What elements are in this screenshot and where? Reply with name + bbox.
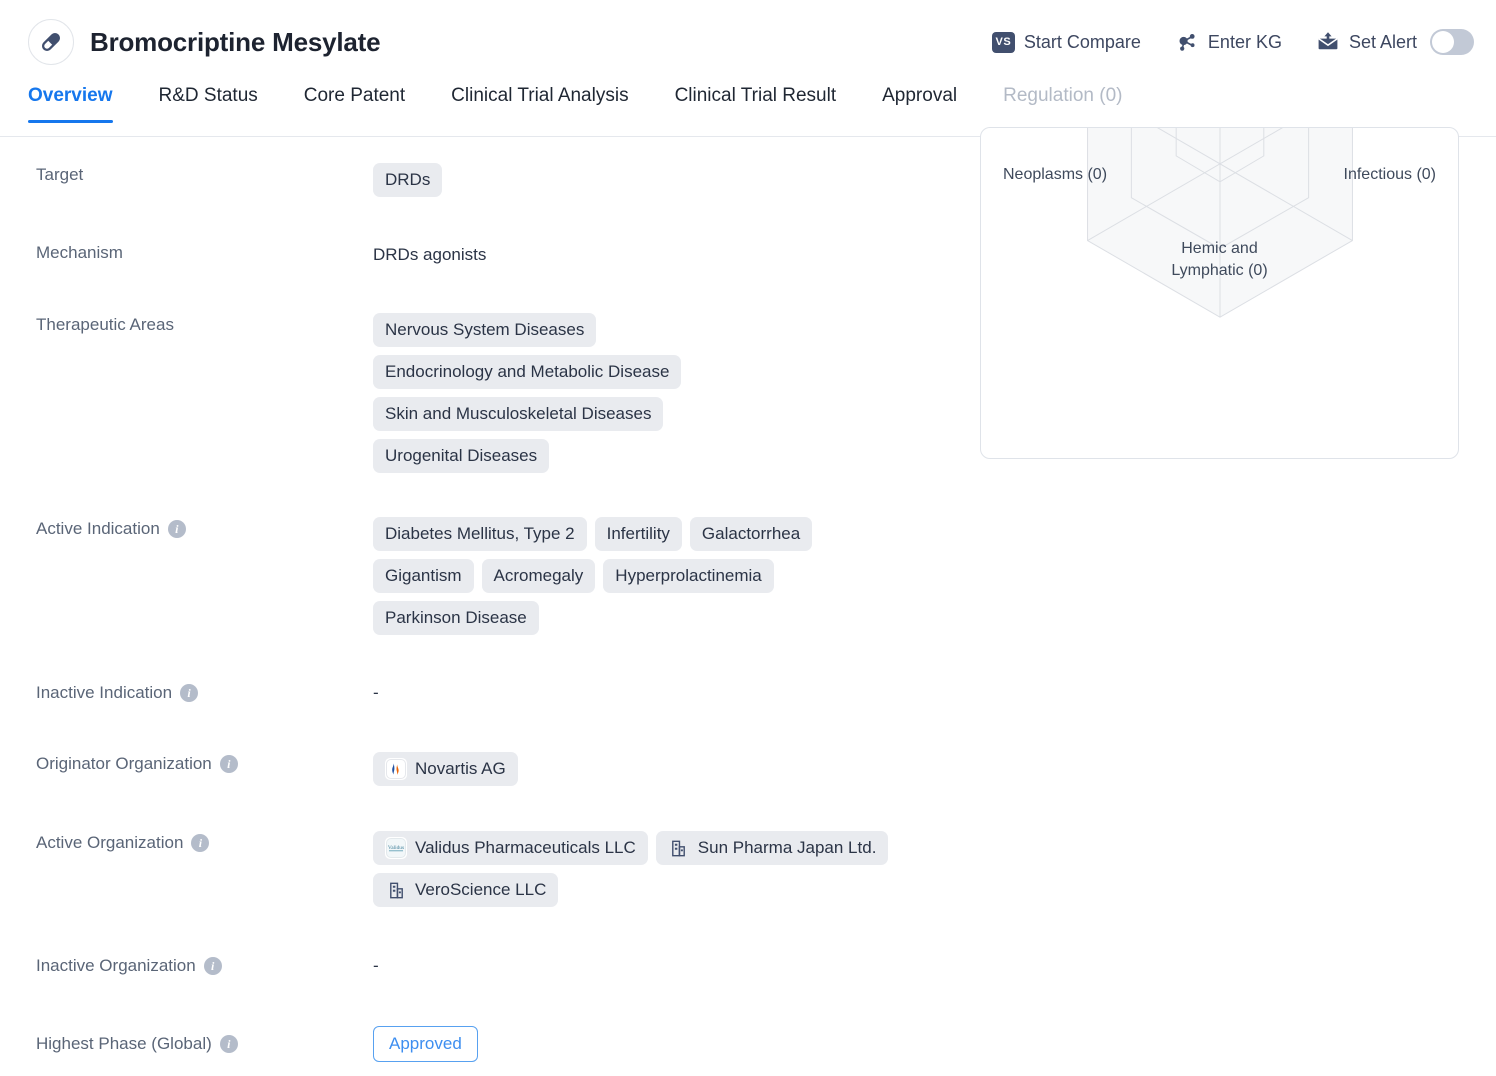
radar-label-hemic-line1: Hemic and bbox=[981, 238, 1458, 260]
row-inactive-indication: Inactive Indication i - bbox=[0, 681, 1496, 703]
chip-org-veroscience[interactable]: VeroScience LLC bbox=[373, 873, 558, 907]
pill-capsule-icon bbox=[28, 19, 74, 65]
enter-kg-button[interactable]: Enter KG bbox=[1175, 30, 1282, 54]
row-label-mechanism: Mechanism bbox=[36, 241, 373, 263]
info-icon[interactable]: i bbox=[220, 1035, 238, 1053]
set-alert-control[interactable]: Set Alert bbox=[1316, 29, 1474, 55]
vs-icon: VS bbox=[992, 32, 1015, 53]
label-text: Target bbox=[36, 165, 83, 185]
org-name: VeroScience LLC bbox=[415, 879, 546, 901]
chip-list: Validus Validus Pharmaceuticals LLC bbox=[373, 831, 903, 907]
chip-therapeutic-area[interactable]: Skin and Musculoskeletal Diseases bbox=[373, 397, 663, 431]
novartis-flame-logo bbox=[385, 758, 407, 780]
alert-envelope-icon bbox=[1316, 30, 1340, 54]
org-name: Novartis AG bbox=[415, 758, 506, 780]
building-icon bbox=[668, 837, 690, 859]
chip-org-sun-pharma[interactable]: Sun Pharma Japan Ltd. bbox=[656, 831, 889, 865]
enter-kg-label: Enter KG bbox=[1208, 32, 1282, 53]
tab-clinical-trial-result[interactable]: Clinical Trial Result bbox=[675, 84, 837, 122]
chip-list: DRDs bbox=[373, 163, 933, 197]
chip-target-drds[interactable]: DRDs bbox=[373, 163, 442, 197]
label-text: Active Organization bbox=[36, 833, 183, 853]
row-originator-organization: Originator Organization i Novartis AG bbox=[0, 752, 1496, 786]
row-label-active-indication: Active Indication i bbox=[36, 517, 373, 539]
row-label-active-organization: Active Organization i bbox=[36, 831, 373, 853]
page-title: Bromocriptine Mesylate bbox=[90, 27, 380, 58]
brand-block: Bromocriptine Mesylate bbox=[28, 19, 380, 65]
chip-org-novartis[interactable]: Novartis AG bbox=[373, 752, 518, 786]
row-label-inactive-organization: Inactive Organization i bbox=[36, 954, 373, 976]
toggle-knob bbox=[1432, 31, 1454, 53]
building-icon bbox=[385, 879, 407, 901]
row-value-inactive-organization: - bbox=[373, 954, 1496, 976]
chip-therapeutic-area[interactable]: Urogenital Diseases bbox=[373, 439, 549, 473]
highest-phase-badge[interactable]: Approved bbox=[373, 1026, 478, 1062]
row-value-originator-organization: Novartis AG bbox=[373, 752, 1496, 786]
validus-wordmark-logo: Validus bbox=[385, 837, 407, 859]
info-icon[interactable]: i bbox=[168, 520, 186, 538]
chip-list: Nervous System Diseases Endocrinology an… bbox=[373, 313, 773, 473]
chip-active-indication[interactable]: Infertility bbox=[595, 517, 682, 551]
start-compare-label: Start Compare bbox=[1024, 32, 1141, 53]
tab-approval[interactable]: Approval bbox=[882, 84, 957, 122]
svg-text:Validus: Validus bbox=[388, 845, 404, 851]
row-label-originator-organization: Originator Organization i bbox=[36, 752, 373, 774]
label-text: Inactive Indication bbox=[36, 683, 172, 703]
app-header: Bromocriptine Mesylate VS Start Compare … bbox=[0, 0, 1496, 84]
chip-active-indication[interactable]: Gigantism bbox=[373, 559, 474, 593]
chip-active-indication[interactable]: Diabetes Mellitus, Type 2 bbox=[373, 517, 587, 551]
header-actions: VS Start Compare Enter KG bbox=[992, 29, 1474, 55]
row-active-organization: Active Organization i Validus Validus P bbox=[0, 831, 1496, 907]
overview-body: Neoplasms (0) Infectious (0) Hemic and L… bbox=[0, 137, 1496, 1062]
row-value-inactive-indication: - bbox=[373, 681, 1496, 703]
org-name: Sun Pharma Japan Ltd. bbox=[698, 837, 877, 859]
info-icon[interactable]: i bbox=[220, 755, 238, 773]
label-text: Highest Phase (Global) bbox=[36, 1034, 212, 1054]
row-value-active-indication: Diabetes Mellitus, Type 2 Infertility Ga… bbox=[373, 517, 1496, 635]
therapeutic-area-radar-panel: Neoplasms (0) Infectious (0) Hemic and L… bbox=[980, 127, 1459, 459]
label-text: Active Indication bbox=[36, 519, 160, 539]
row-active-indication: Active Indication i Diabetes Mellitus, T… bbox=[0, 517, 1496, 635]
chip-active-indication[interactable]: Parkinson Disease bbox=[373, 601, 539, 635]
info-icon[interactable]: i bbox=[191, 834, 209, 852]
chip-therapeutic-area[interactable]: Nervous System Diseases bbox=[373, 313, 596, 347]
tab-rd-status[interactable]: R&D Status bbox=[159, 84, 258, 122]
chip-therapeutic-area[interactable]: Endocrinology and Metabolic Disease bbox=[373, 355, 681, 389]
chip-list: Novartis AG bbox=[373, 752, 933, 786]
chip-active-indication[interactable]: Acromegaly bbox=[482, 559, 596, 593]
row-value-active-organization: Validus Validus Pharmaceuticals LLC bbox=[373, 831, 1496, 907]
label-text: Therapeutic Areas bbox=[36, 315, 174, 335]
row-label-highest-phase: Highest Phase (Global) i bbox=[36, 1026, 373, 1054]
info-icon[interactable]: i bbox=[204, 957, 222, 975]
chip-org-validus[interactable]: Validus Validus Pharmaceuticals LLC bbox=[373, 831, 648, 865]
tab-overview[interactable]: Overview bbox=[28, 84, 113, 122]
chip-list: Diabetes Mellitus, Type 2 Infertility Ga… bbox=[373, 517, 913, 635]
label-text: Inactive Organization bbox=[36, 956, 196, 976]
set-alert-label: Set Alert bbox=[1349, 32, 1417, 53]
radar-label-infectious: Infectious (0) bbox=[1344, 164, 1436, 186]
chip-active-indication[interactable]: Hyperprolactinemia bbox=[603, 559, 773, 593]
radar-label-neoplasms: Neoplasms (0) bbox=[1003, 164, 1107, 186]
inactive-organization-value: - bbox=[373, 954, 1496, 976]
chip-active-indication[interactable]: Galactorrhea bbox=[690, 517, 812, 551]
row-value-highest-phase: Approved bbox=[373, 1026, 1496, 1062]
row-label-therapeutic-areas: Therapeutic Areas bbox=[36, 313, 373, 335]
info-icon[interactable]: i bbox=[180, 684, 198, 702]
start-compare-button[interactable]: VS Start Compare bbox=[992, 32, 1141, 53]
row-label-target: Target bbox=[36, 163, 373, 185]
knowledge-graph-icon bbox=[1175, 30, 1199, 54]
radar-label-hemic-line2: Lymphatic (0) bbox=[981, 260, 1458, 282]
row-inactive-organization: Inactive Organization i - bbox=[0, 954, 1496, 976]
label-text: Mechanism bbox=[36, 243, 123, 263]
tab-clinical-trial-analysis[interactable]: Clinical Trial Analysis bbox=[451, 84, 628, 122]
org-name: Validus Pharmaceuticals LLC bbox=[415, 837, 636, 859]
row-label-inactive-indication: Inactive Indication i bbox=[36, 681, 373, 703]
label-text: Originator Organization bbox=[36, 754, 212, 774]
row-highest-phase: Highest Phase (Global) i Approved bbox=[0, 1026, 1496, 1062]
inactive-indication-value: - bbox=[373, 681, 1496, 703]
tab-regulation: Regulation (0) bbox=[1003, 84, 1122, 122]
set-alert-toggle[interactable] bbox=[1430, 29, 1474, 55]
tab-core-patent[interactable]: Core Patent bbox=[304, 84, 405, 122]
